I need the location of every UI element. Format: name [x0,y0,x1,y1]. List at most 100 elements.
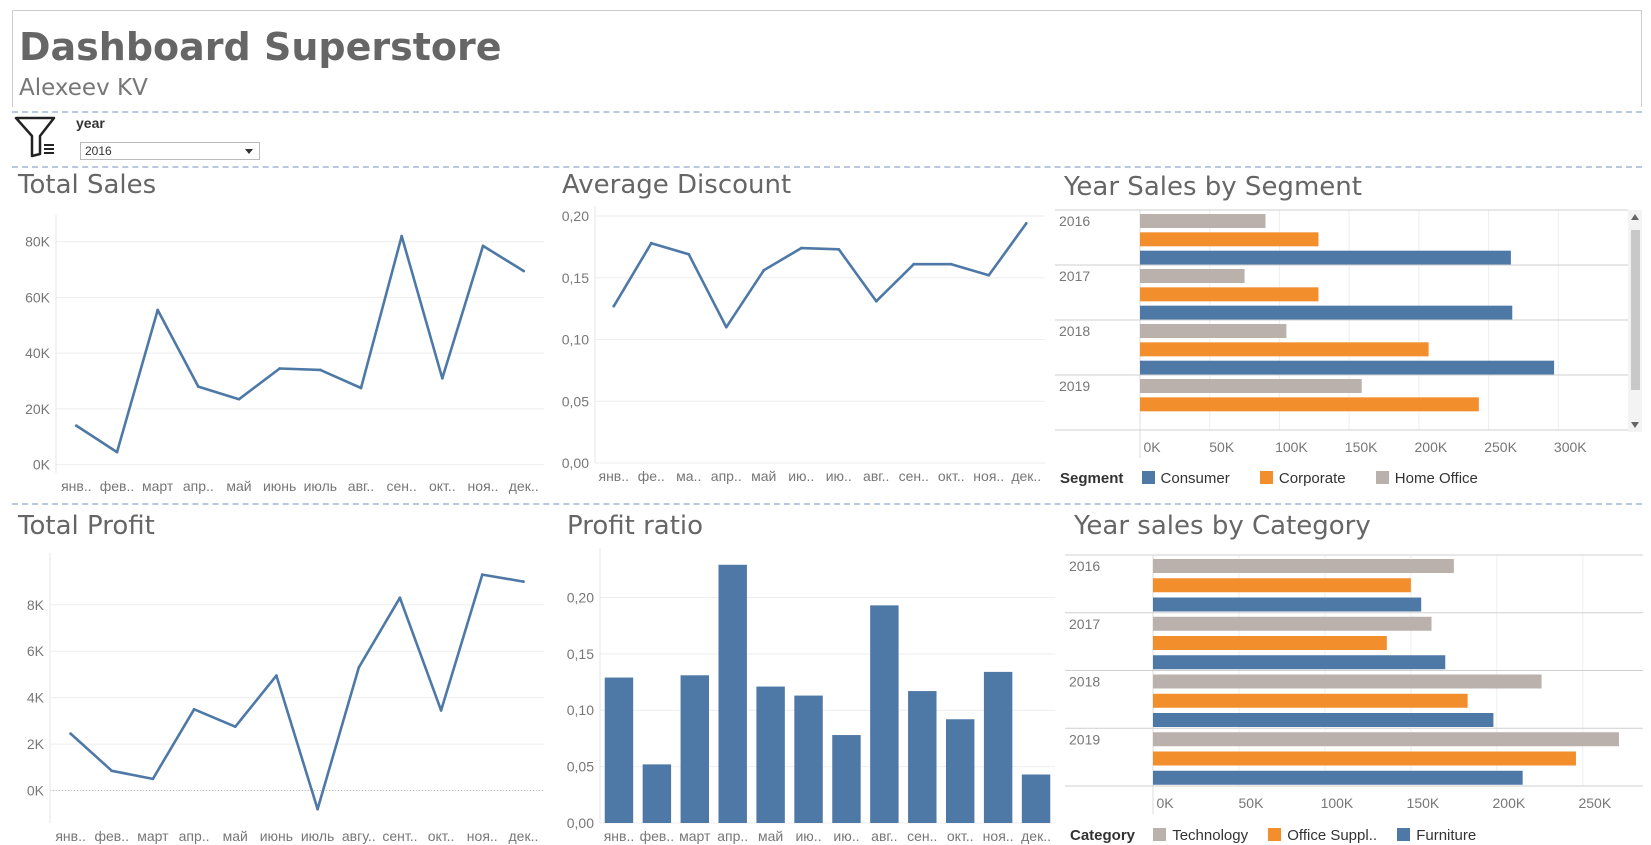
page-subtitle: Alexeev KV [19,75,148,101]
data-point [74,424,78,428]
profit-ratio-title: Profit ratio [567,511,704,541]
bar [1140,360,1555,375]
legend-item-technology[interactable]: Technology [1153,827,1248,844]
x-tick-label: сент.. [382,828,417,844]
data-point [275,674,278,677]
category-label: 2016 [1059,213,1090,229]
scroll-down-icon[interactable] [1631,422,1639,428]
scroll-up-icon[interactable] [1631,214,1639,220]
total-sales-chart: 0K 20K 40K 60K 80K янв.. фев.. март апр.. май июнь… [25,215,544,494]
y-tick-label: 4K [27,690,45,706]
y-tick-label: 8K [27,597,45,613]
x-tick-label: 0K [1143,439,1161,455]
data-point [359,386,363,390]
divider [12,166,1642,168]
x-tick-label: 250K [1578,795,1611,811]
bar [604,677,634,823]
legend-swatch [1259,471,1273,484]
data-point [439,709,443,712]
bar [1140,379,1362,393]
x-tick-label: апр.. [711,468,742,484]
bar [1153,597,1422,612]
x-tick-label: 0K [1156,795,1174,811]
x-tick-label: янв.. [55,828,86,844]
y-tick-label: 0,00 [562,455,589,471]
data-point [316,807,319,811]
legend-label: Home Office [1394,470,1478,487]
x-tick-label: фев.. [100,478,135,494]
legend-swatch [1153,828,1167,841]
legend-item-corporate[interactable]: Corporate [1259,470,1346,487]
x-tick-label: авгу.. [342,828,376,844]
x-tick-label: ию.. [826,468,852,484]
bar [1153,693,1468,708]
data-point [987,273,991,277]
y-tick-label: 6K [27,643,45,659]
data-point [649,241,653,245]
dashboard-header: Dashboard Superstore Alexeev KV [12,10,1642,107]
x-tick-label: авг.. [863,468,889,484]
x-tick-label: окт.. [428,828,455,844]
x-tick-label: сен.. [387,478,417,494]
series-line [69,573,524,811]
segment-chart-scrollbar[interactable] [1628,210,1642,432]
data-point [522,269,526,273]
chevron-down-icon[interactable] [245,149,253,154]
y-tick-label: 20K [25,401,51,417]
segment-bar-chart: 0K 50K 100K 150K 200K 250K 300K 2016 2017 2018 201… [1055,209,1628,458]
x-tick-label: март [142,478,174,494]
bar [1140,269,1245,283]
bar [1140,214,1266,228]
x-tick-label: фев.. [640,828,675,844]
data-point [912,262,916,266]
x-tick-label: апр.. [183,478,214,494]
legend-label: Corporate [1278,470,1346,487]
data-point [233,725,237,729]
data-point [69,732,72,736]
category-label: 2018 [1059,323,1090,339]
x-tick-label: 250K [1484,439,1517,455]
data-point [110,769,114,773]
bar [680,675,710,823]
legend-title: Segment [1060,470,1124,487]
bar [1153,616,1432,631]
x-tick-label: дек.. [509,478,539,494]
year-filter-dropdown[interactable]: 2016 [80,142,260,160]
legend-item-office-supplies[interactable]: Office Suppl.. [1268,827,1377,844]
bar [756,686,785,823]
x-tick-label: ию.. [833,828,859,844]
x-tick-label: фев.. [94,828,129,844]
y-tick-label: 0,15 [562,270,589,286]
x-tick-label: 100K [1321,795,1354,811]
bar [1140,305,1513,320]
legend-item-home-office[interactable]: Home Office [1375,470,1478,487]
scrollbar-thumb[interactable] [1631,230,1640,390]
bar [1140,342,1429,357]
x-tick-label: июнь [263,478,296,494]
data-point [196,385,200,389]
x-tick-label: 200K [1415,439,1448,455]
data-point [612,304,616,308]
segment-chart-title: Year Sales by Segment [1064,172,1362,202]
x-tick-label: дек.. [1011,468,1041,484]
x-tick-label: ноя.. [467,828,498,844]
category-chart-title: Year sales by Category [1074,511,1371,541]
data-point [192,707,196,711]
bar [1140,324,1287,338]
data-point [151,777,155,781]
category-label: 2016 [1069,558,1100,574]
bar [1140,397,1479,412]
x-tick-label: 150K [1407,795,1440,811]
x-tick-label: сен.. [899,468,929,484]
y-tick-label: 0K [27,783,45,799]
legend-item-consumer[interactable]: Consumer [1141,470,1230,487]
bar [1140,232,1319,247]
bar [794,695,823,823]
x-tick-label: янв.. [598,468,629,484]
bar [1153,655,1446,670]
legend-item-furniture[interactable]: Furniture [1397,827,1476,844]
year-filter-value: 2016 [85,144,112,158]
data-point [837,247,841,251]
y-tick-label: 0,05 [567,759,594,775]
category-label: 2017 [1069,616,1100,632]
